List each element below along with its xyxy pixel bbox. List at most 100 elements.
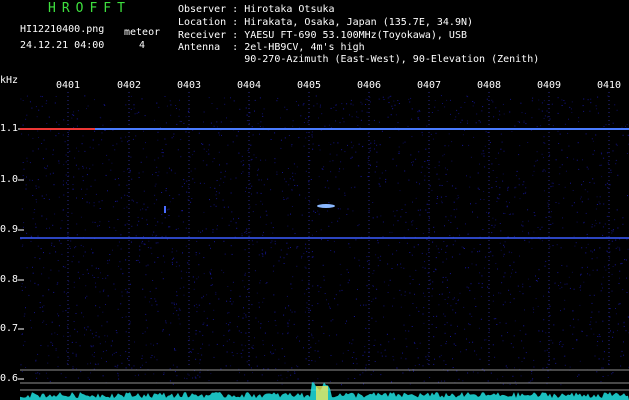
frequency-tick: 0.6 (0, 373, 19, 384)
noise-pixel (374, 361, 376, 362)
noise-pixel (62, 180, 64, 182)
noise-pixel (281, 378, 283, 380)
app-title: HROFFT (48, 1, 131, 16)
noise-pixel (23, 222, 25, 224)
noise-pixel (82, 135, 84, 137)
noise-pixel (51, 333, 53, 335)
noise-pixel (578, 121, 580, 123)
noise-pixel (172, 197, 174, 199)
noise-pixel (622, 223, 624, 225)
noise-pixel (561, 149, 563, 151)
time-tick: 0401 (55, 80, 81, 91)
noise-pixel (244, 249, 246, 251)
noise-pixel (445, 216, 447, 218)
noise-pixel (192, 178, 194, 180)
noise-pixel (450, 215, 452, 217)
noise-pixel (379, 259, 381, 261)
noise-pixel (570, 182, 571, 184)
noise-pixel (86, 174, 88, 176)
noise-pixel (544, 190, 545, 192)
noise-pixel (377, 242, 379, 244)
noise-pixel (130, 241, 132, 243)
noise-pixel (176, 303, 177, 305)
noise-pixel (161, 192, 163, 193)
noise-pixel (366, 260, 368, 262)
noise-pixel (174, 349, 176, 351)
noise-pixel (43, 139, 45, 141)
noise-pixel (271, 353, 273, 355)
noise-pixel (431, 323, 433, 325)
noise-pixel (162, 152, 164, 154)
noise-pixel (54, 102, 56, 104)
noise-pixel (53, 245, 55, 247)
noise-pixel (263, 368, 265, 370)
noise-pixel (236, 353, 238, 354)
noise-pixel (26, 95, 28, 97)
noise-pixel (365, 364, 367, 366)
noise-pixel (322, 169, 324, 170)
noise-pixel (256, 365, 258, 367)
noise-pixel (178, 215, 180, 217)
noise-pixel (393, 359, 395, 361)
noise-pixel (433, 226, 435, 228)
noise-pixel (541, 153, 543, 155)
noise-pixel (340, 274, 342, 276)
noise-pixel (411, 108, 413, 110)
noise-pixel (165, 235, 167, 237)
noise-pixel (45, 372, 47, 374)
noise-pixel (299, 340, 300, 342)
noise-pixel (133, 365, 135, 367)
noise-pixel (304, 293, 306, 295)
noise-pixel (154, 119, 155, 121)
noise-pixel (261, 253, 263, 254)
noise-pixel (338, 188, 340, 190)
noise-pixel (205, 228, 207, 230)
noise-pixel (257, 168, 259, 170)
noise-pixel (87, 272, 89, 274)
noise-pixel (262, 234, 264, 236)
noise-pixel (182, 221, 184, 223)
noise-pixel (587, 191, 589, 193)
noise-pixel (203, 211, 205, 213)
noise-pixel (437, 196, 438, 198)
noise-pixel (476, 354, 478, 356)
noise-pixel (73, 321, 75, 322)
noise-pixel (180, 121, 182, 122)
noise-pixel (178, 115, 180, 117)
noise-pixel (92, 274, 94, 276)
noise-pixel (352, 339, 354, 341)
noise-pixel (39, 258, 41, 260)
noise-pixel (479, 121, 481, 123)
noise-pixel (41, 195, 43, 197)
noise-pixel (473, 102, 475, 104)
noise-pixel (232, 281, 234, 283)
noise-pixel (500, 230, 502, 232)
noise-pixel (247, 289, 249, 290)
noise-pixel (274, 240, 276, 242)
noise-pixel (339, 290, 341, 292)
noise-pixel (533, 366, 535, 368)
noise-pixel (495, 219, 497, 221)
noise-pixel (131, 199, 133, 201)
noise-pixel (84, 150, 86, 152)
noise-pixel (265, 210, 267, 212)
noise-pixel (362, 146, 363, 148)
noise-pixel (82, 274, 84, 275)
noise-pixel (455, 312, 457, 314)
noise-pixel (595, 321, 597, 323)
noise-pixel (395, 114, 397, 116)
noise-pixel (206, 294, 208, 296)
noise-pixel (305, 137, 307, 139)
noise-pixel (506, 206, 508, 208)
noise-pixel (597, 112, 599, 114)
noise-pixel (612, 336, 614, 338)
noise-pixel (92, 221, 94, 223)
noise-pixel (443, 360, 445, 362)
noise-pixel (531, 379, 533, 381)
noise-pixel (247, 380, 249, 382)
noise-pixel (37, 130, 39, 132)
noise-pixel (25, 184, 27, 186)
noise-pixel (478, 327, 480, 329)
noise-pixel (117, 364, 119, 366)
noise-pixel (365, 367, 367, 369)
